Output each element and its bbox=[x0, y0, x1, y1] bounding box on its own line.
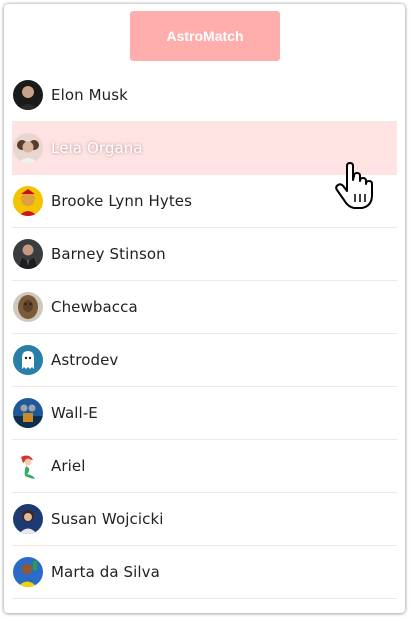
list-item-name: Wall-E bbox=[51, 404, 98, 422]
avatar bbox=[13, 557, 43, 587]
list-item-name: Astrodev bbox=[51, 351, 119, 369]
list-item-barney-stinson[interactable]: Barney Stinson bbox=[12, 228, 397, 281]
list-item-brooke-lynn-hytes[interactable]: Brooke Lynn Hytes bbox=[12, 175, 397, 228]
avatar bbox=[13, 504, 43, 534]
list-item-name: Leia Organa bbox=[51, 139, 143, 157]
avatar bbox=[13, 345, 43, 375]
list-item-name: Barney Stinson bbox=[51, 245, 166, 263]
avatar bbox=[13, 80, 43, 110]
list-item-susan-wojcicki[interactable]: Susan Wojcicki bbox=[12, 493, 397, 546]
list-item-chewbacca[interactable]: Chewbacca bbox=[12, 281, 397, 334]
list-item-name: Ariel bbox=[51, 457, 86, 475]
profile-list-card: AstroMatch Elon Musk Leia Organa Brooke … bbox=[4, 4, 405, 613]
list-item-name: Chewbacca bbox=[51, 298, 138, 316]
avatar bbox=[13, 133, 43, 163]
match-list: Elon Musk Leia Organa Brooke Lynn Hytes … bbox=[12, 69, 397, 599]
list-item-wall-e[interactable]: Wall-E bbox=[12, 387, 397, 440]
avatar bbox=[13, 239, 43, 269]
list-item-ariel[interactable]: Ariel bbox=[12, 440, 397, 493]
list-item-name: Elon Musk bbox=[51, 86, 128, 104]
avatar bbox=[13, 292, 43, 322]
list-item-name: Susan Wojcicki bbox=[51, 510, 164, 528]
avatar bbox=[13, 451, 43, 481]
list-item-astrodev[interactable]: Astrodev bbox=[12, 334, 397, 387]
list-item-elon-musk[interactable]: Elon Musk bbox=[12, 69, 397, 122]
list-item-name: Marta da Silva bbox=[51, 563, 160, 581]
list-item-leia-organa[interactable]: Leia Organa bbox=[12, 122, 397, 175]
list-item-name: Brooke Lynn Hytes bbox=[51, 192, 193, 210]
avatar bbox=[13, 398, 43, 428]
avatar bbox=[13, 186, 43, 216]
list-item-marta-da-silva[interactable]: Marta da Silva bbox=[12, 546, 397, 599]
astromatch-logo-button[interactable]: AstroMatch bbox=[130, 11, 280, 61]
